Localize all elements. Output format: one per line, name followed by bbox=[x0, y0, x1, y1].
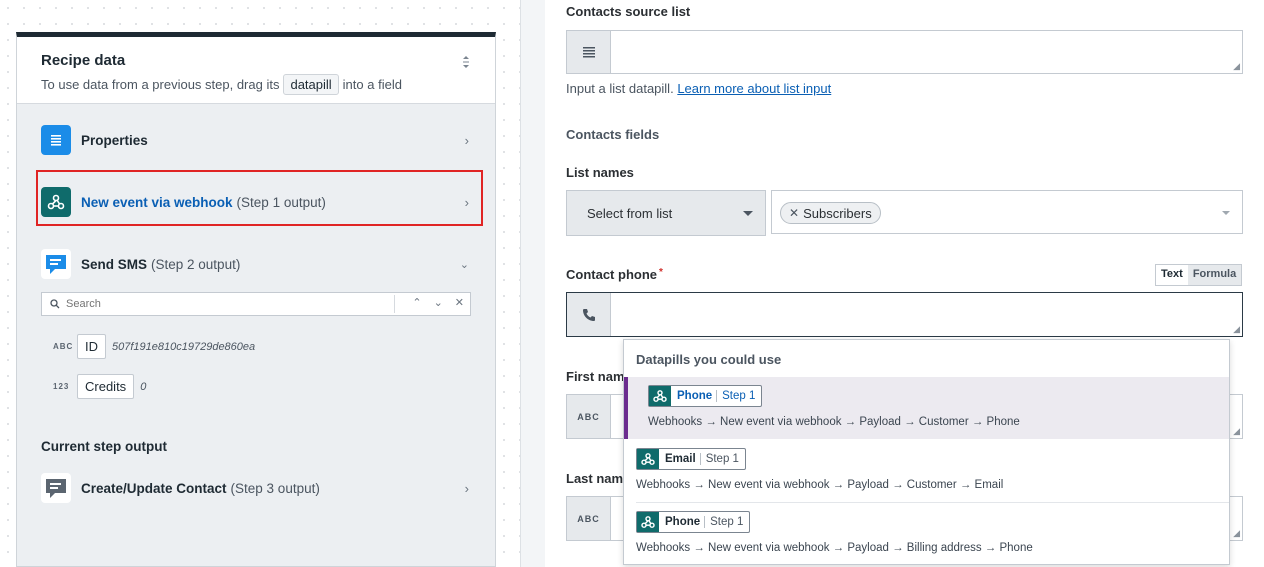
learn-more-link[interactable]: Learn more about list input bbox=[677, 81, 831, 96]
divider bbox=[394, 295, 395, 313]
datapill-credits[interactable]: Credits bbox=[77, 374, 135, 399]
datapill-name: Phone bbox=[665, 516, 701, 528]
contact-phone-label: Contact phone * bbox=[566, 267, 663, 282]
contact-phone-field[interactable]: ◢ bbox=[566, 292, 1243, 337]
search-icon bbox=[50, 299, 60, 309]
datapill-name: Phone bbox=[677, 390, 713, 402]
datapill-phone-billing[interactable]: Phone Step 1 bbox=[636, 511, 751, 533]
phone-icon bbox=[567, 293, 611, 336]
list-icon bbox=[567, 31, 611, 73]
list-names-label: List names bbox=[566, 165, 634, 180]
webhook-icon bbox=[637, 449, 659, 469]
text-type-icon: ABC bbox=[567, 497, 611, 540]
first-name-label: First nam bbox=[566, 369, 625, 384]
datapill-step: Step 1 bbox=[699, 453, 739, 465]
subtitle-text: To use data from a previous step, drag i… bbox=[41, 77, 280, 92]
datapill-path: Webhooks → New event via webhook → Paylo… bbox=[636, 479, 1004, 491]
highlight-box bbox=[36, 170, 483, 226]
step-properties[interactable]: Properties › bbox=[41, 120, 473, 160]
datapill-suggestion[interactable]: Email Step 1 Webhooks → New event via we… bbox=[624, 440, 1229, 502]
required-marker: * bbox=[659, 267, 663, 278]
datapill-chip: datapill bbox=[283, 74, 339, 95]
step-create-update-contact[interactable]: Create/Update Contact (Step 3 output) › bbox=[41, 468, 473, 508]
search-input[interactable] bbox=[66, 298, 386, 310]
type-tag: ABC bbox=[53, 342, 74, 351]
resize-grip-icon[interactable]: ◢ bbox=[1233, 426, 1240, 437]
chevron-up-icon[interactable]: ⌃ bbox=[412, 296, 421, 309]
datapill-value: 507f191e810c19729de860ea bbox=[112, 340, 256, 353]
datapill-suggestion[interactable]: Phone Step 1 Webhooks → New event via we… bbox=[624, 377, 1229, 439]
sms-icon bbox=[41, 249, 71, 279]
chevron-down-icon[interactable]: ⌄ bbox=[434, 296, 443, 309]
datapill-step: Step 1 bbox=[704, 516, 743, 528]
close-icon[interactable]: ✕ bbox=[455, 296, 464, 309]
caret-down-icon[interactable] bbox=[1222, 211, 1230, 215]
datapill-row-credits: 123 Credits 0 bbox=[53, 374, 146, 399]
tag-subscribers: ✕ Subscribers bbox=[780, 202, 881, 224]
select-from-list-dropdown[interactable]: Select from list bbox=[566, 190, 766, 236]
datapill-row-id: ABC ID 507f191e810c19729de860ea bbox=[53, 334, 255, 359]
step-name: Create/Update Contact bbox=[81, 480, 227, 496]
chevron-down-icon: ⌄ bbox=[459, 258, 469, 271]
remove-tag-icon[interactable]: ✕ bbox=[789, 206, 799, 220]
recipe-data-header: Recipe data To use data from a previous … bbox=[17, 37, 495, 104]
list-names-tags-field[interactable]: ✕ Subscribers bbox=[771, 190, 1243, 234]
hint-text: Input a list datapill. bbox=[566, 81, 674, 96]
webhook-icon bbox=[637, 512, 659, 532]
toggle-text[interactable]: Text bbox=[1156, 265, 1188, 285]
webhook-icon bbox=[649, 386, 671, 406]
select-label: Select from list bbox=[587, 205, 673, 221]
contact-phone-text: Contact phone bbox=[566, 267, 657, 282]
toggle-formula[interactable]: Formula bbox=[1187, 265, 1242, 285]
datapill-phone[interactable]: Phone Step 1 bbox=[648, 385, 763, 407]
recipe-data-panel: Recipe data To use data from a previous … bbox=[16, 32, 496, 567]
contacts-source-list-label: Contacts source list bbox=[566, 4, 691, 19]
chevron-right-icon: › bbox=[464, 132, 469, 148]
datapill-path: Webhooks → New event via webhook → Paylo… bbox=[636, 542, 1033, 554]
type-tag: 123 bbox=[53, 382, 70, 391]
list-icon bbox=[41, 125, 71, 155]
text-formula-toggle[interactable]: Text Formula bbox=[1155, 264, 1243, 286]
datapill-name: Email bbox=[665, 453, 696, 465]
datapill-step: Step 1 bbox=[716, 390, 755, 402]
current-step-output-label: Current step output bbox=[41, 439, 167, 454]
step-name: Properties bbox=[81, 132, 148, 148]
step-send-sms[interactable]: Send SMS (Step 2 output) ⌄ bbox=[41, 244, 473, 284]
step-suffix: (Step 3 output) bbox=[230, 480, 320, 496]
recipe-data-subtitle: To use data from a previous step, drag i… bbox=[41, 74, 471, 95]
contact-icon bbox=[41, 473, 71, 503]
contacts-fields-label: Contacts fields bbox=[566, 127, 660, 142]
resize-grip-icon[interactable]: ◢ bbox=[1233, 528, 1240, 539]
step-name: Send SMS bbox=[81, 256, 148, 272]
datapill-suggestion[interactable]: Phone Step 1 Webhooks → New event via we… bbox=[624, 503, 1229, 565]
resize-icon[interactable] bbox=[461, 55, 471, 69]
recipe-data-title: Recipe data bbox=[41, 52, 126, 69]
chevron-right-icon: › bbox=[464, 480, 469, 496]
subtitle-text-end: into a field bbox=[342, 77, 402, 92]
datapill-path: Webhooks → New event via webhook → Paylo… bbox=[648, 416, 1020, 428]
datapill-id[interactable]: ID bbox=[77, 334, 106, 359]
caret-down-icon bbox=[743, 211, 753, 216]
datapill-value: 0 bbox=[140, 380, 147, 393]
contacts-source-hint: Input a list datapill. Learn more about … bbox=[566, 81, 831, 96]
datapill-suggestions: Datapills you could use Phone Step 1 Web… bbox=[623, 339, 1230, 565]
datapill-email[interactable]: Email Step 1 bbox=[636, 448, 746, 470]
last-name-label: Last nam bbox=[566, 471, 624, 486]
resize-grip-icon[interactable]: ◢ bbox=[1233, 324, 1240, 335]
search-field[interactable]: ⌃ ⌄ ✕ bbox=[41, 292, 471, 316]
suggestions-title: Datapills you could use bbox=[636, 352, 782, 367]
step-suffix: (Step 2 output) bbox=[151, 256, 241, 272]
resize-grip-icon[interactable]: ◢ bbox=[1233, 61, 1240, 72]
contacts-source-list-field[interactable]: ◢ bbox=[566, 30, 1243, 74]
tag-label: Subscribers bbox=[803, 205, 872, 221]
text-type-icon: ABC bbox=[567, 395, 611, 438]
